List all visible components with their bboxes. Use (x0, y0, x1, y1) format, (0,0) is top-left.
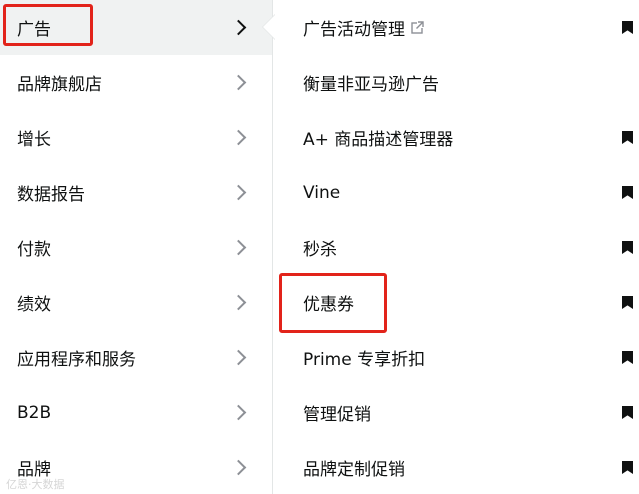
external-link-icon (411, 21, 424, 34)
menu-item-growth[interactable]: 增长 (0, 110, 272, 165)
submenu-item-manage-promotions[interactable]: 管理促销 (273, 385, 639, 440)
chevron-right-icon (230, 19, 247, 36)
menu-item-label: 增长 (17, 130, 51, 150)
submenu-item-label: 广告活动管理 (303, 20, 405, 40)
menu-item-advertising[interactable]: 广告 (0, 0, 272, 55)
menu-item-label: 应用程序和服务 (17, 350, 136, 370)
menu-item-label: 数据报告 (17, 185, 85, 205)
submenu-item-label: Prime 专享折扣 (303, 350, 426, 370)
submenu-item-label: Vine (303, 182, 341, 203)
menu-item-brand-store[interactable]: 品牌旗舰店 (0, 55, 272, 110)
submenu-item-campaign-manager[interactable]: 广告活动管理 (273, 0, 639, 55)
bookmark-icon[interactable] (622, 461, 633, 474)
menu-item-performance[interactable]: 绩效 (0, 275, 272, 330)
submenu-item-coupons[interactable]: 优惠券 (273, 275, 639, 330)
submenu-item-lightning-deals[interactable]: 秒杀 (273, 220, 639, 275)
menu-item-label: 品牌旗舰店 (17, 75, 102, 95)
bookmark-icon[interactable] (622, 186, 633, 199)
menu-item-label: 广告 (17, 20, 51, 40)
submenu-item-label: 品牌定制促销 (303, 460, 405, 480)
submenu-item-label: 优惠券 (303, 295, 354, 315)
submenu-item-label: 管理促销 (303, 405, 371, 425)
submenu-pointer (263, 14, 276, 40)
chevron-right-icon (230, 349, 247, 366)
watermark: 亿恩·大数据 (6, 478, 65, 491)
chevron-right-icon (230, 74, 247, 91)
menu-item-apps-services[interactable]: 应用程序和服务 (0, 330, 272, 385)
bookmark-icon[interactable] (622, 351, 633, 364)
bookmark-icon[interactable] (622, 296, 633, 309)
submenu-panel: 广告活动管理 衡量非亚马逊广告 A+ 商品描述管理器 Vine 秒杀 优惠券 P… (273, 0, 639, 494)
submenu-item-brand-tailored-promotions[interactable]: 品牌定制促销 (273, 440, 639, 494)
chevron-right-icon (230, 129, 247, 146)
menu-item-payments[interactable]: 付款 (0, 220, 272, 275)
chevron-right-icon (230, 184, 247, 201)
submenu-item-label: 衡量非亚马逊广告 (303, 75, 439, 95)
chevron-right-icon (230, 239, 247, 256)
chevron-right-icon (230, 404, 247, 421)
chevron-right-icon (230, 459, 247, 476)
submenu-item-vine[interactable]: Vine (273, 165, 639, 220)
submenu-item-measure-non-amazon-ads[interactable]: 衡量非亚马逊广告 (273, 55, 639, 110)
submenu-item-prime-discounts[interactable]: Prime 专享折扣 (273, 330, 639, 385)
bookmark-icon[interactable] (622, 21, 633, 34)
menu-item-label: 付款 (17, 240, 51, 260)
submenu-item-label: 秒杀 (303, 240, 337, 260)
bookmark-icon[interactable] (622, 131, 633, 144)
chevron-right-icon (230, 294, 247, 311)
menu-item-reports[interactable]: 数据报告 (0, 165, 272, 220)
bookmark-icon[interactable] (622, 406, 633, 419)
bookmark-icon[interactable] (622, 241, 633, 254)
main-menu-panel: 广告 品牌旗舰店 增长 数据报告 付款 绩效 应用程序和服务 B2B 品牌 (0, 0, 273, 494)
menu-item-b2b[interactable]: B2B (0, 385, 272, 440)
submenu-item-a-plus-manager[interactable]: A+ 商品描述管理器 (273, 110, 639, 165)
submenu-item-label: A+ 商品描述管理器 (303, 130, 454, 150)
menu-item-label: B2B (17, 402, 52, 423)
navigation-menu: 广告 品牌旗舰店 增长 数据报告 付款 绩效 应用程序和服务 B2B 品牌 广告… (0, 0, 639, 494)
menu-item-label: 绩效 (17, 295, 51, 315)
